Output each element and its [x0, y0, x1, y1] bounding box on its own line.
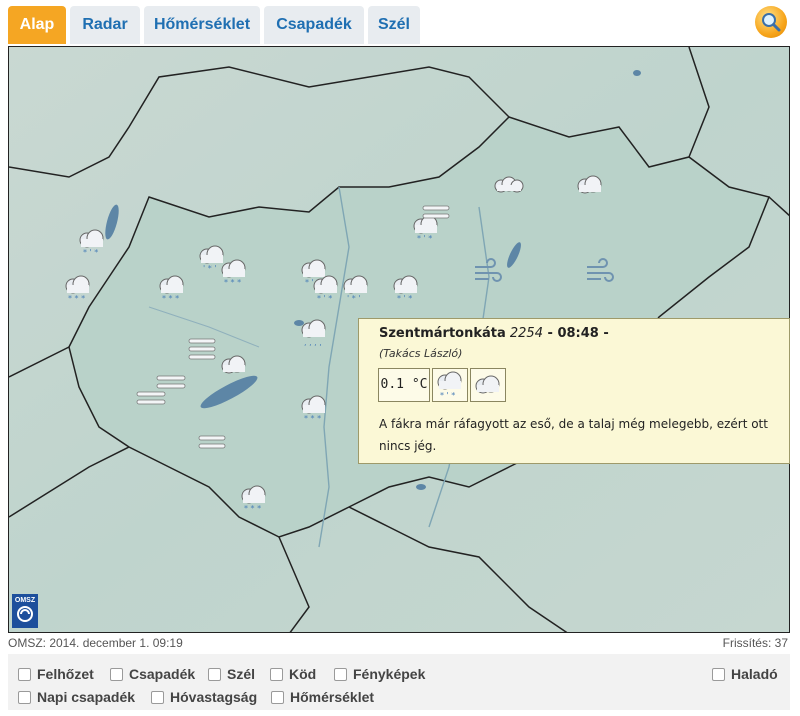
option-homerseklet[interactable]: Hőmérséklet: [271, 687, 374, 707]
station-code: 2254: [509, 326, 543, 341]
cloudy-icon: [475, 375, 500, 394]
search-icon: [762, 13, 781, 32]
option-label: Haladó: [731, 666, 778, 682]
popup-weather-icon: * ' *: [432, 368, 468, 402]
svg-text:* * *: * * *: [68, 294, 85, 303]
hovastagsag-checkbox[interactable]: [151, 691, 164, 704]
option-label: Hóvastagság: [170, 689, 258, 705]
snow-cloud-icon[interactable]: * * *: [297, 393, 331, 423]
svg-text:* ' *: * ' *: [317, 294, 332, 303]
sleet-cloud-icon[interactable]: ' * ': [339, 273, 373, 303]
station-popup: Szentmártonkáta 2254 - 08:48 - (Takács L…: [358, 318, 790, 464]
popup-cloud-icon: [470, 368, 506, 402]
wind-icon[interactable]: [583, 257, 617, 287]
sleet-cloud-icon[interactable]: * ' *: [309, 273, 343, 303]
svg-text:* ' *: * ' *: [440, 391, 455, 400]
option-label: Csapadék: [129, 666, 196, 682]
sleet-cloud-icon[interactable]: * ' *: [389, 273, 423, 303]
option-szel[interactable]: Szél: [208, 664, 255, 684]
felhozet-checkbox[interactable]: [18, 668, 31, 681]
halado-checkbox[interactable]: [712, 668, 725, 681]
rain-cloud-icon[interactable]: , , , ,: [297, 317, 331, 347]
csapadek-checkbox[interactable]: [110, 668, 123, 681]
option-label: Fényképek: [353, 666, 426, 682]
popup-title: Szentmártonkáta 2254 - 08:48 -: [379, 326, 609, 341]
svg-text:* ' *: * ' *: [83, 248, 98, 257]
overcast-icon[interactable]: [491, 171, 525, 201]
search-button[interactable]: [755, 6, 787, 38]
cloudy-icon[interactable]: [217, 351, 251, 381]
omsz-emblem-icon: [17, 606, 33, 622]
szel-checkbox[interactable]: [208, 668, 221, 681]
option-label: Szél: [227, 666, 256, 682]
tab-radar[interactable]: Radar: [70, 6, 140, 44]
omsz-logo-text: OMSZ: [14, 597, 36, 604]
layer-options: Felhőzet Csapadék Szél Köd Fényképek Hal…: [8, 654, 790, 710]
option-label: Köd: [289, 666, 317, 682]
napi-csapadek-checkbox[interactable]: [18, 691, 31, 704]
fenykepek-checkbox[interactable]: [334, 668, 347, 681]
tab-homerseklet[interactable]: Hőmérséklet: [144, 6, 260, 44]
option-csapadek[interactable]: Csapadék: [110, 664, 195, 684]
option-label: Felhőzet: [37, 666, 94, 682]
sleet-cloud-icon[interactable]: * ' *: [75, 227, 109, 257]
option-felhozet[interactable]: Felhőzet: [18, 664, 94, 684]
popup-separator: -: [542, 326, 558, 341]
option-napi-csapadek[interactable]: Napi csapadék: [18, 687, 135, 707]
omsz-logo: OMSZ: [12, 594, 38, 628]
option-halado[interactable]: Haladó: [712, 664, 778, 684]
fog-icon[interactable]: [187, 337, 217, 363]
kod-checkbox[interactable]: [270, 668, 283, 681]
temperature-value: 0.1 °C: [378, 368, 430, 402]
data-source: OMSZ: 2014. december 1. 09:19: [8, 636, 183, 650]
option-label: Hőmérséklet: [290, 689, 375, 705]
snow-cloud-icon[interactable]: * * *: [61, 273, 95, 303]
svg-text:* * *: * * *: [244, 504, 261, 513]
option-hovastagsag[interactable]: Hóvastagság: [151, 687, 257, 707]
svg-text:' * ': ' * ': [347, 294, 360, 303]
tab-szel[interactable]: Szél: [368, 6, 420, 44]
refresh-counter: Frissítés: 37: [722, 636, 788, 650]
snow-cloud-icon[interactable]: * * *: [217, 257, 251, 287]
snow-cloud-icon[interactable]: * * *: [155, 273, 189, 303]
observation-time: 08:48 -: [557, 326, 609, 341]
homerseklet-checkbox[interactable]: [271, 691, 284, 704]
svg-text:* ' *: * ' *: [417, 234, 432, 243]
svg-text:' * ': ' * ': [203, 264, 216, 273]
svg-text:, , , ,: , , , ,: [304, 338, 322, 347]
sleet-cloud-icon: * ' *: [437, 371, 462, 400]
observation-note: A fákra már ráfagyott az eső, de a talaj…: [379, 417, 768, 453]
option-fenykepek[interactable]: Fényképek: [334, 664, 425, 684]
tab-csapadek[interactable]: Csapadék: [264, 6, 364, 44]
svg-text:* * *: * * *: [162, 294, 179, 303]
option-label: Napi csapadék: [37, 689, 136, 705]
svg-text:* * *: * * *: [304, 414, 321, 423]
cloudy-icon[interactable]: [573, 171, 607, 201]
svg-text:* ' *: * ' *: [397, 294, 412, 303]
fog-icon[interactable]: [197, 433, 227, 453]
option-kod[interactable]: Köd: [270, 664, 316, 684]
wind-icon[interactable]: [471, 257, 505, 287]
observer-name: (Takács László): [379, 347, 463, 360]
fog-icon[interactable]: [421, 203, 451, 223]
svg-text:* * *: * * *: [224, 278, 241, 287]
station-name: Szentmártonkáta: [379, 326, 506, 341]
tab-alap[interactable]: Alap: [8, 6, 66, 44]
fog-icon[interactable]: [135, 389, 167, 409]
snow-cloud-icon[interactable]: * * *: [237, 483, 271, 513]
